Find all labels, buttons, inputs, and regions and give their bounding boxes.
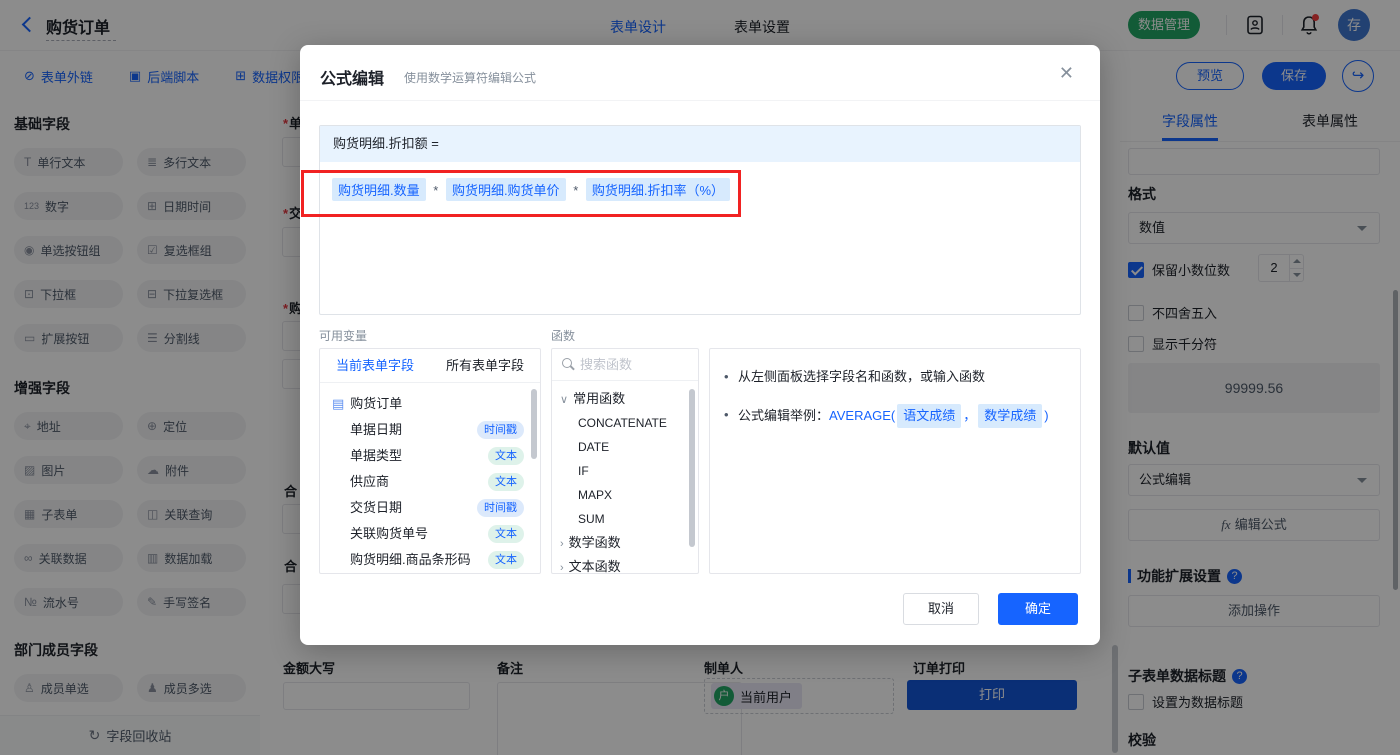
tip-line-2: 公式编辑举例：AVERAGE(语文成绩，数学成绩) — [724, 404, 1066, 428]
tip-comma: ， — [963, 408, 977, 423]
tip-function-name: AVERAGE( — [829, 408, 896, 423]
form-designer-page: 购货订单 表单设计 表单设置 数据管理 存 ⊘ 表单外链 ▣ 后端脚本 ⊞ 数据… — [0, 0, 1400, 755]
variable-name: 单据类型 — [350, 448, 403, 463]
tree-root-form[interactable]: ▤ 购货订单 — [320, 391, 540, 417]
variable-name: 购货明细.商品条形码 — [350, 552, 471, 567]
modal-title: 公式编辑 — [320, 71, 385, 88]
modal-header: 公式编辑 使用数学运算符编辑公式 ✕ — [300, 45, 1100, 101]
function-item[interactable]: SUM — [552, 507, 698, 531]
formula-field-token[interactable]: 购货明细.折扣率（%） — [585, 178, 731, 201]
function-search — [552, 349, 698, 381]
functions-panel: ∨ 常用函数 CONCATENATE DATE IF MAPX SUM › 数学函数… — [551, 348, 699, 574]
type-badge: 文本 — [488, 473, 524, 491]
variables-tree: ▤ 购货订单 单据日期 时间戳 单据类型 文本 供应商 文本 交货日期 时间戳 关联购货… — [320, 383, 540, 573]
functions-scrollbar[interactable] — [689, 389, 695, 547]
formula-field-token[interactable]: 购货明细.数量 — [332, 178, 426, 201]
type-badge: 文本 — [488, 551, 524, 569]
close-icon[interactable]: ✕ — [1059, 63, 1074, 84]
variables-tabs: 当前表单字段 所有表单字段 — [320, 349, 540, 383]
function-group-common[interactable]: ∨ 常用函数 — [552, 387, 698, 411]
variable-row[interactable]: 供应商 文本 — [320, 469, 540, 495]
function-item[interactable]: IF — [552, 459, 698, 483]
formula-body[interactable]: 购货明细.数量 * 购货明细.购货单价 * 购货明细.折扣率（%） — [320, 162, 1080, 217]
variable-row[interactable]: 单据类型 文本 — [320, 443, 540, 469]
formula-edit-modal: 公式编辑 使用数学运算符编辑公式 ✕ 购货明细.折扣额 = 购货明细.数量 * … — [300, 45, 1100, 645]
tip-prefix: 公式编辑举例： — [738, 408, 830, 423]
type-badge: 时间戳 — [477, 421, 524, 439]
document-icon: ▤ — [332, 396, 345, 411]
function-search-input[interactable] — [580, 349, 690, 379]
variable-row[interactable]: 购货明细.商品条形码 文本 — [320, 547, 540, 573]
chevron-right-icon: › — [560, 538, 564, 550]
formula-field-token[interactable]: 购货明细.购货单价 — [445, 178, 566, 201]
cancel-button[interactable]: 取消 — [903, 593, 979, 625]
function-item[interactable]: MAPX — [552, 483, 698, 507]
variable-row[interactable]: 关联购货单号 文本 — [320, 521, 540, 547]
group-label: 文本函数 — [568, 559, 621, 574]
formula-tips-panel: 从左侧面板选择字段名和函数，或输入函数 公式编辑举例：AVERAGE(语文成绩，… — [709, 348, 1081, 574]
chevron-open-icon: ∨ — [560, 394, 569, 406]
tree-root-label: 购货订单 — [350, 396, 403, 411]
tip-close-paren: ) — [1044, 408, 1049, 423]
confirm-button[interactable]: 确定 — [998, 593, 1078, 625]
variable-name: 单据日期 — [350, 422, 403, 437]
tab-all-form-fields[interactable]: 所有表单字段 — [430, 349, 540, 382]
modal-subtitle: 使用数学运算符编辑公式 — [404, 71, 537, 85]
variable-name: 关联购货单号 — [350, 526, 429, 541]
functions-label: 函数 — [551, 329, 576, 343]
variables-scrollbar[interactable] — [531, 389, 537, 459]
variable-row[interactable]: 单据日期 时间戳 — [320, 417, 540, 443]
type-badge: 时间戳 — [477, 499, 524, 517]
formula-operator: * — [433, 183, 439, 198]
function-group-math[interactable]: › 数学函数 — [552, 531, 698, 555]
variables-panel: 当前表单字段 所有表单字段 ▤ 购货订单 单据日期 时间戳 单据类型 文本 供应商文… — [319, 348, 541, 574]
tab-current-form-fields[interactable]: 当前表单字段 — [320, 349, 430, 382]
type-badge: 文本 — [488, 447, 524, 465]
function-group-text[interactable]: › 文本函数 — [552, 555, 698, 574]
function-item[interactable]: CONCATENATE — [552, 411, 698, 435]
type-badge: 文本 — [488, 525, 524, 543]
tip-field-chip: 数学成绩 — [978, 404, 1043, 428]
chevron-right-icon: › — [560, 562, 564, 574]
formula-target: 购货明细.折扣额 = — [320, 126, 1080, 162]
variable-row[interactable]: 交货日期 时间戳 — [320, 495, 540, 521]
tip-line-1: 从左侧面板选择字段名和函数，或输入函数 — [724, 366, 1066, 388]
function-list: ∨ 常用函数 CONCATENATE DATE IF MAPX SUM › 数学函数… — [552, 381, 698, 574]
variables-label: 可用变量 — [319, 329, 368, 343]
search-icon — [562, 358, 572, 368]
group-label: 数学函数 — [568, 535, 621, 550]
group-label: 常用函数 — [573, 391, 626, 406]
formula-editor[interactable]: 购货明细.折扣额 = 购货明细.数量 * 购货明细.购货单价 * 购货明细.折扣… — [319, 125, 1081, 315]
variable-name: 供应商 — [350, 474, 390, 489]
function-item[interactable]: DATE — [552, 435, 698, 459]
formula-operator: * — [573, 183, 579, 198]
variable-name: 交货日期 — [350, 500, 403, 515]
tip-field-chip: 语文成绩 — [897, 404, 962, 428]
